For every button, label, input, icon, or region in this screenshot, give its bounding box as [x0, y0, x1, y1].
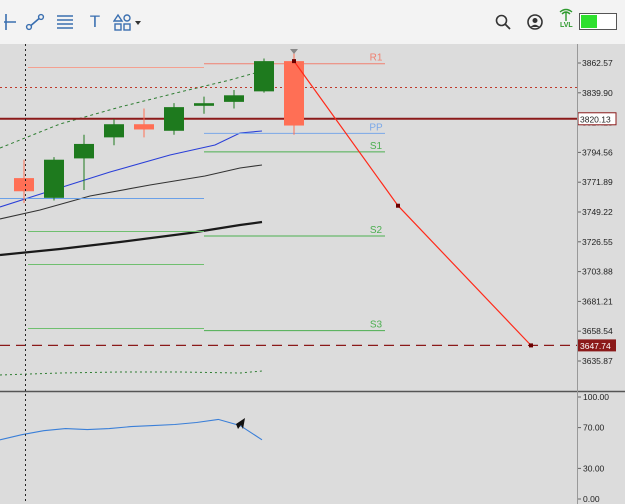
account-icon [527, 14, 543, 30]
pivot-level-label: S3 [370, 320, 383, 331]
search-button[interactable] [492, 10, 514, 34]
trendline-icon [25, 13, 45, 31]
candle-body[interactable] [224, 95, 244, 102]
level-meter-fill [581, 15, 598, 28]
candle-body[interactable] [14, 178, 34, 192]
price-tick-label: 3681.21 [582, 296, 613, 306]
price-tick-label: 3703.88 [582, 267, 613, 277]
projected-price-label: 3647.74 [580, 341, 611, 351]
chart-background [0, 44, 625, 504]
price-tick-label: 3726.55 [582, 237, 613, 247]
chart-toolbar: T LVL [0, 0, 625, 45]
pivot-level-label: R1 [370, 53, 383, 64]
text-tool-button[interactable]: T [84, 10, 106, 34]
signal-icon [559, 8, 573, 21]
candle-body[interactable] [194, 103, 214, 106]
forecast-anchor-point[interactable] [529, 343, 533, 348]
price-tick-label: 3749.22 [582, 207, 613, 217]
candle-body[interactable] [74, 143, 94, 159]
oscillator-tick-label: 70.00 [583, 423, 605, 433]
level-label: LVL [560, 22, 573, 29]
account-button[interactable] [524, 10, 546, 34]
candle-body[interactable] [134, 124, 154, 130]
candle-body[interactable] [254, 61, 274, 92]
forecast-anchor-point[interactable] [292, 59, 296, 64]
shapes-icon [113, 13, 141, 31]
price-tick-label: 3794.56 [582, 147, 613, 157]
pivot-level-label: S1 [370, 141, 383, 152]
price-tick-label: 3839.90 [582, 88, 613, 98]
price-tick-label: 3771.89 [582, 177, 613, 187]
price-tick-label: 3862.57 [582, 58, 613, 68]
price-tick-label: 3635.87 [582, 356, 613, 366]
candle-body[interactable] [164, 107, 184, 131]
pivot-level-label: S2 [370, 225, 383, 236]
crosshair-tool-button[interactable] [0, 10, 22, 34]
fibonacci-icon [57, 15, 73, 29]
forecast-anchor-point[interactable] [396, 203, 400, 208]
price-chart[interactable]: R1PPS1S2S33862.573839.903817.233794.5637… [0, 44, 625, 504]
trendline-tool-button[interactable] [24, 10, 46, 34]
level-meter [579, 13, 617, 30]
fibonacci-tool-button[interactable] [54, 10, 76, 34]
candle-body[interactable] [104, 124, 124, 138]
current-price-label: 3820.13 [580, 114, 611, 124]
pivot-level-label: PP [369, 122, 383, 133]
chevron-down-icon [135, 21, 141, 25]
search-icon [495, 14, 511, 30]
candle-body[interactable] [44, 159, 64, 198]
price-tick-label: 3658.54 [582, 326, 613, 336]
oscillator-tick-label: 30.00 [583, 463, 605, 473]
text-tool-icon: T [89, 12, 101, 31]
crosshair-icon [4, 14, 16, 30]
oscillator-tick-label: 100.00 [583, 392, 609, 402]
oscillator-tick-label: 0.00 [583, 494, 600, 504]
shapes-tool-button[interactable] [112, 10, 144, 34]
